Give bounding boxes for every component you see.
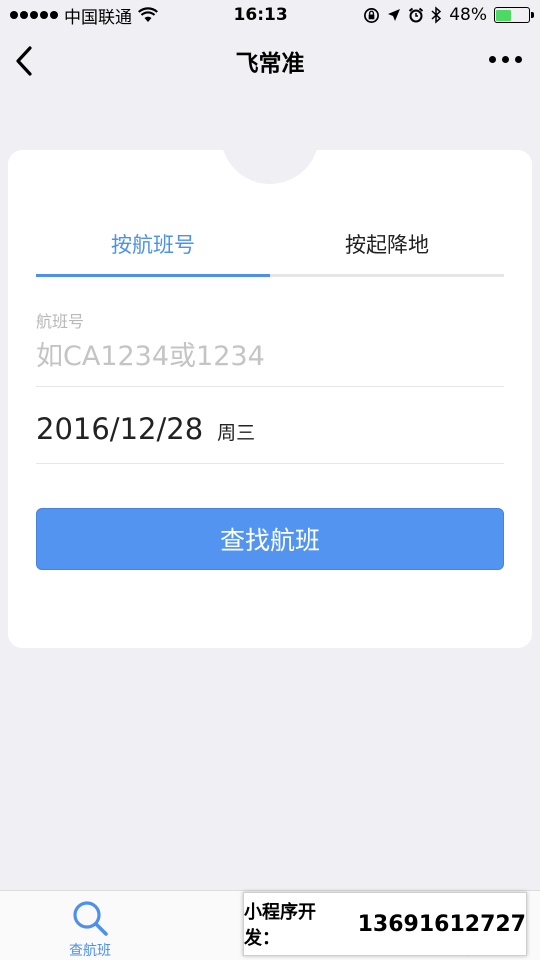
app-screen: 中国联通 16:13 48% 飞常准 按航班号 按起降地 航班号 如CA1234… <box>0 0 540 960</box>
flight-number-input[interactable] <box>36 332 504 380</box>
contact-watermark: 小程序开发： 13691612727 <box>243 892 527 956</box>
wifi-icon <box>138 7 158 22</box>
tab-by-route[interactable]: 按起降地 <box>270 210 504 278</box>
watermark-label: 小程序开发： <box>244 902 316 949</box>
date-value: 2016/12/28 <box>36 412 204 446</box>
status-right: 48% <box>363 5 534 25</box>
search-mode-tabs: 按航班号 按起降地 <box>36 210 504 278</box>
chevron-left-icon[interactable] <box>12 44 36 78</box>
alarm-icon <box>409 7 424 23</box>
search-card: 按航班号 按起降地 航班号 2016/12/28 周三 查找航班 <box>8 150 532 648</box>
weekday-label: 周三 <box>217 422 256 444</box>
bluetooth-icon <box>431 6 442 24</box>
battery-percent: 48% <box>449 5 487 25</box>
carrier-label: 中国联通 <box>64 7 132 28</box>
tabbar-label: 查航班 <box>69 943 111 959</box>
divider <box>36 386 504 387</box>
status-left: 中国联通 <box>10 3 158 28</box>
search-flight-button[interactable]: 查找航班 <box>36 508 504 570</box>
clock: 16:13 <box>233 5 288 25</box>
battery-level <box>496 9 512 21</box>
active-tab-indicator <box>36 274 270 277</box>
location-arrow-icon <box>388 9 401 21</box>
nav-bar: 飞常准 <box>0 30 540 92</box>
battery-icon <box>493 7 534 23</box>
status-bar: 中国联通 16:13 48% <box>0 0 540 30</box>
page-title: 飞常准 <box>235 51 305 77</box>
tab-by-flight-number[interactable]: 按航班号 <box>36 210 270 278</box>
card-notch <box>221 150 319 184</box>
signal-icon <box>10 11 58 19</box>
tabbar-item-search-flight[interactable]: 查航班 <box>20 891 160 960</box>
divider <box>36 463 504 464</box>
watermark-phone: 13691612727 <box>357 911 526 937</box>
search-icon <box>73 901 108 936</box>
more-dots-icon[interactable] <box>489 56 522 63</box>
flight-number-label: 航班号 <box>36 312 85 331</box>
date-picker[interactable]: 2016/12/28 周三 <box>36 412 255 446</box>
rotation-lock-icon <box>364 7 380 23</box>
